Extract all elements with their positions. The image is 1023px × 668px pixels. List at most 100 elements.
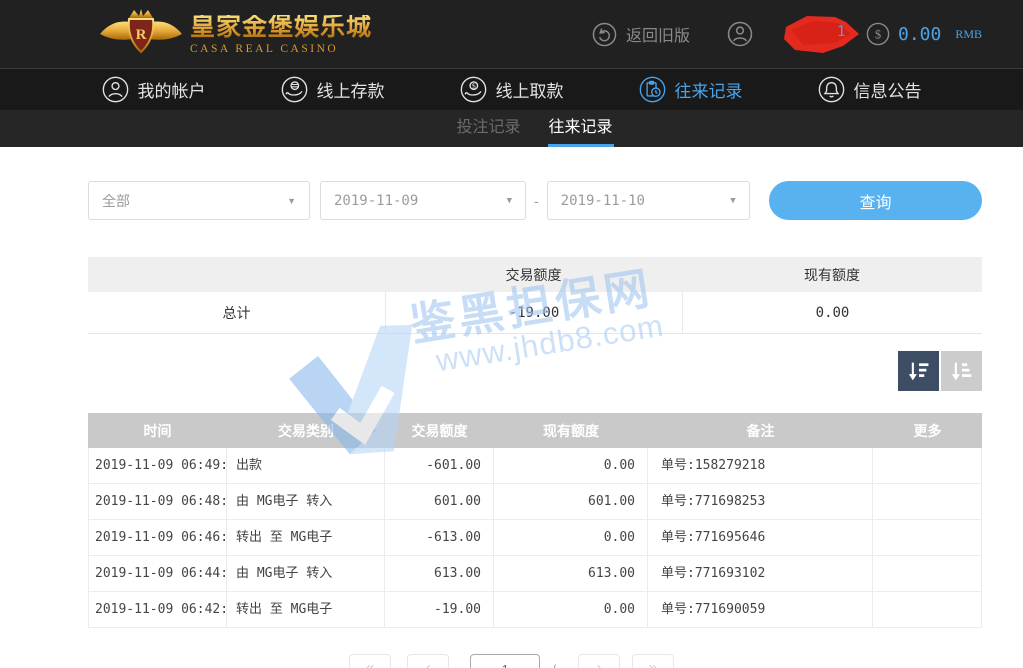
page-separator: / (552, 662, 556, 668)
date-from-value: 2019-11-09 (334, 193, 418, 209)
cell-balance: 0.00 (494, 592, 648, 628)
tab-betting-records[interactable]: 投注记录 (455, 110, 521, 147)
cell-amount: 613.00 (385, 556, 494, 592)
cell-remark: 单号:771693102 (648, 556, 873, 592)
nav-item-withdraw[interactable]: $ 线上取款 (460, 76, 564, 103)
chevron-down-icon: ▼ (287, 196, 296, 206)
username-area: 1 (757, 0, 862, 68)
logo-title: 皇家金堡娱乐城 (190, 15, 372, 40)
svg-text:$: $ (875, 28, 881, 42)
summary-table: 交易额度 现有额度 总计 -19.00 0.00 (88, 257, 982, 334)
table-row: 2019-11-09 06:42:13转出 至 MG电子-19.000.00单号… (88, 592, 982, 628)
date-to-value: 2019-11-10 (561, 193, 645, 209)
records-icon (639, 76, 666, 103)
cell-type: 出款 (227, 448, 385, 484)
cell-balance: 0.00 (494, 520, 648, 556)
table-row: 2019-11-09 06:48:31由 MG电子 转入601.00601.00… (88, 484, 982, 520)
back-to-old-version[interactable]: 返回旧版 (592, 0, 690, 68)
redaction-scribble (783, 14, 861, 56)
header-amount: 交易额度 (385, 421, 494, 441)
nav-label: 线上存款 (317, 77, 385, 102)
nav-label: 信息公告 (854, 77, 922, 102)
cell-time: 2019-11-09 06:48:31 (88, 484, 227, 520)
cell-remark: 单号:158279218 (648, 448, 873, 484)
header-more: 更多 (873, 421, 982, 441)
page-number-input[interactable] (470, 654, 540, 668)
date-to-select[interactable]: 2019-11-10 ▼ (547, 181, 750, 220)
cell-type: 由 MG电子 转入 (227, 484, 385, 520)
summary-header: 交易额度 现有额度 (88, 257, 982, 292)
balance-area: $ 0.00 RMB (866, 0, 982, 68)
back-to-old-label: 返回旧版 (626, 22, 690, 46)
cell-remark: 单号:771690059 (648, 592, 873, 628)
header-balance: 现有额度 (494, 421, 648, 441)
header-time: 时间 (88, 421, 227, 441)
sort-descending-button[interactable] (898, 351, 939, 391)
logo-subtitle: CASA REAL CASINO (190, 44, 372, 56)
account-icon (102, 76, 129, 103)
type-select-value: 全部 (102, 191, 130, 211)
nav-item-announcements[interactable]: 信息公告 (818, 76, 922, 103)
records-table-header: 时间 交易类别 交易额度 现有额度 备注 更多 (88, 413, 982, 448)
cell-remark: 单号:771698253 (648, 484, 873, 520)
cell-more (873, 484, 982, 520)
summary-header-transaction: 交易额度 (385, 265, 682, 285)
nav-item-my-account[interactable]: 我的帐户 (102, 76, 206, 103)
user-icon (727, 21, 753, 47)
table-row: 2019-11-09 06:46:26转出 至 MG电子-613.000.00单… (88, 520, 982, 556)
nav-item-deposit[interactable]: 线上存款 (281, 76, 385, 103)
summary-total-row: 总计 -19.00 0.00 (88, 292, 982, 334)
table-row: 2019-11-09 06:44:30由 MG电子 转入613.00613.00… (88, 556, 982, 592)
balance-amount: 0.00 (898, 24, 941, 45)
sort-ascending-icon (950, 360, 973, 383)
first-page-button[interactable]: « (349, 654, 391, 668)
prev-page-button[interactable]: ‹ (407, 654, 449, 668)
cell-type: 转出 至 MG电子 (227, 592, 385, 628)
nav-label: 往来记录 (675, 77, 743, 102)
type-select[interactable]: 全部 ▼ (88, 181, 310, 220)
next-page-button[interactable]: › (578, 654, 620, 668)
pagination: « ‹ / › » (0, 654, 1023, 668)
dollar-coin-icon: $ (866, 22, 890, 46)
last-page-button[interactable]: » (632, 654, 674, 668)
deposit-icon (281, 76, 308, 103)
cell-amount: -19.00 (385, 592, 494, 628)
site-logo[interactable]: R 皇家金堡娱乐城 CASA REAL CASINO (98, 7, 372, 64)
cell-more (873, 520, 982, 556)
nav-label: 线上取款 (496, 77, 564, 102)
nav-item-records[interactable]: 往来记录 (639, 76, 743, 103)
cell-type: 由 MG电子 转入 (227, 556, 385, 592)
logo-emblem-icon: R (98, 7, 184, 64)
header-remark: 备注 (648, 421, 873, 441)
date-range-separator: - (534, 193, 539, 209)
records-table: 时间 交易类别 交易额度 现有额度 备注 更多 2019-11-09 06:49… (88, 413, 982, 628)
cell-more (873, 556, 982, 592)
query-button[interactable]: 查询 (769, 181, 982, 220)
date-from-select[interactable]: 2019-11-09 ▼ (320, 181, 526, 220)
return-arrow-icon (592, 22, 617, 47)
announcement-bell-icon (818, 76, 845, 103)
cell-remark: 单号:771695646 (648, 520, 873, 556)
header-type: 交易类别 (227, 421, 385, 441)
filter-row: 全部 ▼ 2019-11-09 ▼ - 2019-11-10 ▼ 查询 (0, 147, 1023, 220)
total-label: 总计 (88, 303, 385, 323)
tab-transaction-records[interactable]: 往来记录 (548, 110, 614, 147)
top-header: R 皇家金堡娱乐城 CASA REAL CASINO 返回旧版 1 (0, 0, 1023, 68)
sort-ascending-button[interactable] (941, 351, 982, 391)
subtab-bar: 投注记录 往来记录 (0, 110, 1023, 147)
username-visible-digit: 1 (837, 24, 845, 40)
balance-currency: RMB (955, 27, 982, 42)
sort-descending-icon (907, 360, 930, 383)
chevron-down-icon: ▼ (730, 196, 735, 206)
cell-time: 2019-11-09 06:49:28 (88, 448, 227, 484)
cell-balance: 601.00 (494, 484, 648, 520)
cell-time: 2019-11-09 06:46:26 (88, 520, 227, 556)
user-account-area[interactable]: 1 (727, 0, 862, 68)
sort-controls (88, 351, 982, 391)
cell-balance: 0.00 (494, 448, 648, 484)
withdraw-icon: $ (460, 76, 487, 103)
cell-more (873, 448, 982, 484)
nav-label: 我的帐户 (138, 77, 206, 102)
table-row: 2019-11-09 06:49:28出款-601.000.00单号:15827… (88, 448, 982, 484)
total-balance-amount: 0.00 (682, 292, 982, 334)
